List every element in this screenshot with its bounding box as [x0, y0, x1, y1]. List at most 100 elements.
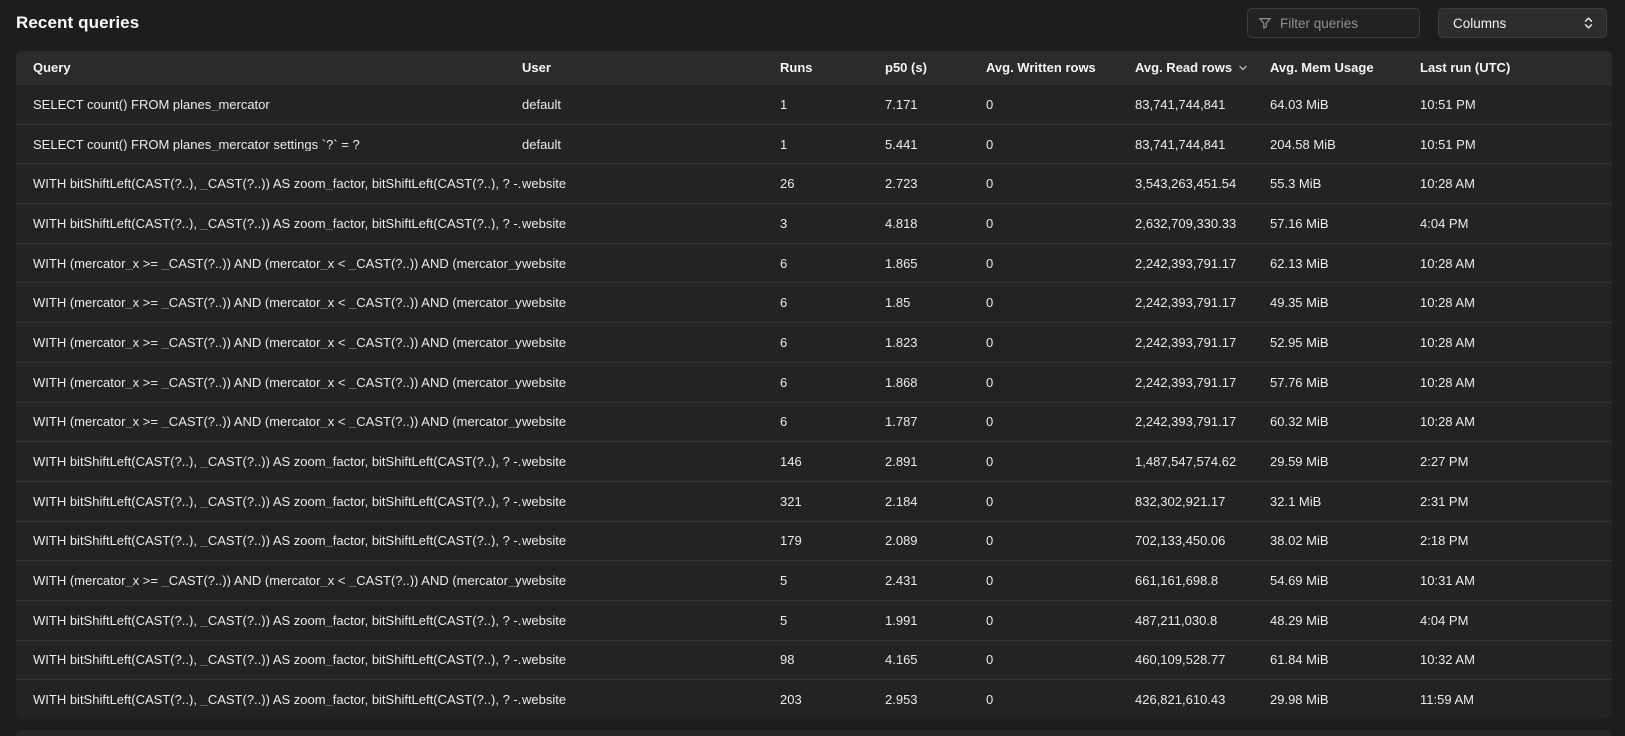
table-row[interactable]: WITH bitShiftLeft(CAST(?..), _CAST(?..))…	[16, 521, 1612, 561]
table-row[interactable]: WITH bitShiftLeft(CAST(?..), _CAST(?..))…	[16, 163, 1612, 203]
runs-cell: 1	[780, 98, 885, 111]
query-cell: WITH bitShiftLeft(CAST(?..), _CAST(?..))…	[16, 455, 522, 468]
written-rows-cell: 0	[986, 614, 1135, 627]
last-run-cell: 10:31 AM	[1420, 574, 1612, 587]
read-rows-cell: 1,487,547,574.62	[1135, 455, 1270, 468]
query-cell: WITH bitShiftLeft(CAST(?..), _CAST(?..))…	[16, 693, 522, 706]
read-rows-cell: 83,741,744,841	[1135, 98, 1270, 111]
read-rows-cell: 460,109,528.77	[1135, 653, 1270, 666]
runs-cell: 98	[780, 653, 885, 666]
query-cell: WITH bitShiftLeft(CAST(?..), _CAST(?..))…	[16, 177, 522, 190]
mem-usage-cell: 64.03 MiB	[1270, 98, 1420, 111]
p50-cell: 2.184	[885, 495, 986, 508]
written-rows-cell: 0	[986, 217, 1135, 230]
query-cell: WITH (mercator_x >= _CAST(?..)) AND (mer…	[16, 574, 522, 587]
recent-queries-table: Query User Runs p50 (s) Avg. Written row…	[16, 51, 1612, 719]
columns-select[interactable]: Columns	[1438, 8, 1607, 38]
written-rows-cell: 0	[986, 98, 1135, 111]
mem-usage-cell: 54.69 MiB	[1270, 574, 1420, 587]
written-rows-cell: 0	[986, 138, 1135, 151]
column-header-avg-written-rows[interactable]: Avg. Written rows	[986, 60, 1135, 75]
table-header-row: Query User Runs p50 (s) Avg. Written row…	[16, 51, 1612, 84]
mem-usage-cell: 49.35 MiB	[1270, 296, 1420, 309]
table-row[interactable]: WITH (mercator_x >= _CAST(?..)) AND (mer…	[16, 322, 1612, 362]
p50-cell: 4.165	[885, 653, 986, 666]
table-row[interactable]: WITH bitShiftLeft(CAST(?..), _CAST(?..))…	[16, 679, 1612, 719]
p50-cell: 2.431	[885, 574, 986, 587]
written-rows-cell: 0	[986, 296, 1135, 309]
table-row[interactable]: WITH bitShiftLeft(CAST(?..), _CAST(?..))…	[16, 481, 1612, 521]
filter-queries-input-wrap[interactable]	[1247, 8, 1420, 38]
p50-cell: 7.171	[885, 98, 986, 111]
column-header-avg-mem-usage[interactable]: Avg. Mem Usage	[1270, 60, 1420, 75]
last-run-cell: 10:51 PM	[1420, 98, 1612, 111]
runs-cell: 5	[780, 574, 885, 587]
runs-cell: 6	[780, 257, 885, 270]
p50-cell: 1.868	[885, 376, 986, 389]
column-header-user[interactable]: User	[522, 60, 780, 75]
last-run-cell: 10:28 AM	[1420, 177, 1612, 190]
column-header-query[interactable]: Query	[16, 60, 522, 75]
last-run-cell: 2:27 PM	[1420, 455, 1612, 468]
query-cell: SELECT count() FROM planes_mercator	[16, 98, 522, 111]
mem-usage-cell: 60.32 MiB	[1270, 415, 1420, 428]
runs-cell: 5	[780, 614, 885, 627]
chevron-up-down-icon	[1583, 16, 1594, 30]
funnel-icon	[1258, 16, 1272, 30]
query-cell: WITH bitShiftLeft(CAST(?..), _CAST(?..))…	[16, 534, 522, 547]
read-rows-cell: 426,821,610.43	[1135, 693, 1270, 706]
last-run-cell: 10:32 AM	[1420, 653, 1612, 666]
runs-cell: 3	[780, 217, 885, 230]
mem-usage-cell: 29.98 MiB	[1270, 693, 1420, 706]
runs-cell: 203	[780, 693, 885, 706]
mem-usage-cell: 48.29 MiB	[1270, 614, 1420, 627]
column-header-avg-read-rows[interactable]: Avg. Read rows	[1135, 60, 1270, 75]
table-row[interactable]: WITH bitShiftLeft(CAST(?..), _CAST(?..))…	[16, 441, 1612, 481]
last-run-cell: 11:59 AM	[1420, 693, 1612, 706]
table-row[interactable]: WITH bitShiftLeft(CAST(?..), _CAST(?..))…	[16, 203, 1612, 243]
table-row[interactable]: WITH (mercator_x >= _CAST(?..)) AND (mer…	[16, 560, 1612, 600]
user-cell: website	[522, 217, 780, 230]
written-rows-cell: 0	[986, 257, 1135, 270]
written-rows-cell: 0	[986, 653, 1135, 666]
last-run-cell: 10:51 PM	[1420, 138, 1612, 151]
table-row[interactable]: WITH bitShiftLeft(CAST(?..), _CAST(?..))…	[16, 640, 1612, 680]
table-row[interactable]: SELECT count() FROM planes_mercator defa…	[16, 84, 1612, 124]
last-run-cell: 10:28 AM	[1420, 415, 1612, 428]
mem-usage-cell: 38.02 MiB	[1270, 534, 1420, 547]
table-row[interactable]: WITH (mercator_x >= _CAST(?..)) AND (mer…	[16, 282, 1612, 322]
written-rows-cell: 0	[986, 415, 1135, 428]
table-row[interactable]: WITH (mercator_x >= _CAST(?..)) AND (mer…	[16, 402, 1612, 442]
table-row[interactable]: WITH (mercator_x >= _CAST(?..)) AND (mer…	[16, 243, 1612, 283]
last-run-cell: 2:31 PM	[1420, 495, 1612, 508]
read-rows-cell: 2,242,393,791.17	[1135, 415, 1270, 428]
query-cell: WITH (mercator_x >= _CAST(?..)) AND (mer…	[16, 376, 522, 389]
user-cell: website	[522, 455, 780, 468]
runs-cell: 6	[780, 296, 885, 309]
runs-cell: 6	[780, 376, 885, 389]
read-rows-cell: 2,242,393,791.17	[1135, 296, 1270, 309]
last-run-cell: 10:28 AM	[1420, 257, 1612, 270]
filter-queries-input[interactable]	[1280, 16, 1409, 31]
mem-usage-cell: 57.76 MiB	[1270, 376, 1420, 389]
column-header-last-run-utc[interactable]: Last run (UTC)	[1420, 60, 1612, 75]
runs-cell: 26	[780, 177, 885, 190]
p50-cell: 5.441	[885, 138, 986, 151]
table-row[interactable]: WITH (mercator_x >= _CAST(?..)) AND (mer…	[16, 362, 1612, 402]
last-run-cell: 10:28 AM	[1420, 376, 1612, 389]
user-cell: website	[522, 257, 780, 270]
p50-cell: 1.787	[885, 415, 986, 428]
table-row[interactable]: WITH bitShiftLeft(CAST(?..), _CAST(?..))…	[16, 600, 1612, 640]
written-rows-cell: 0	[986, 534, 1135, 547]
read-rows-cell: 2,632,709,330.33	[1135, 217, 1270, 230]
runs-cell: 146	[780, 455, 885, 468]
table-row[interactable]: SELECT count() FROM planes_mercator sett…	[16, 124, 1612, 164]
sort-chevron-down-icon	[1238, 63, 1248, 73]
p50-cell: 2.089	[885, 534, 986, 547]
written-rows-cell: 0	[986, 177, 1135, 190]
last-run-cell: 4:04 PM	[1420, 614, 1612, 627]
page-title: Recent queries	[16, 13, 139, 33]
column-header-runs[interactable]: Runs	[780, 60, 885, 75]
column-header-p50-s[interactable]: p50 (s)	[885, 60, 986, 75]
read-rows-cell: 2,242,393,791.17	[1135, 336, 1270, 349]
